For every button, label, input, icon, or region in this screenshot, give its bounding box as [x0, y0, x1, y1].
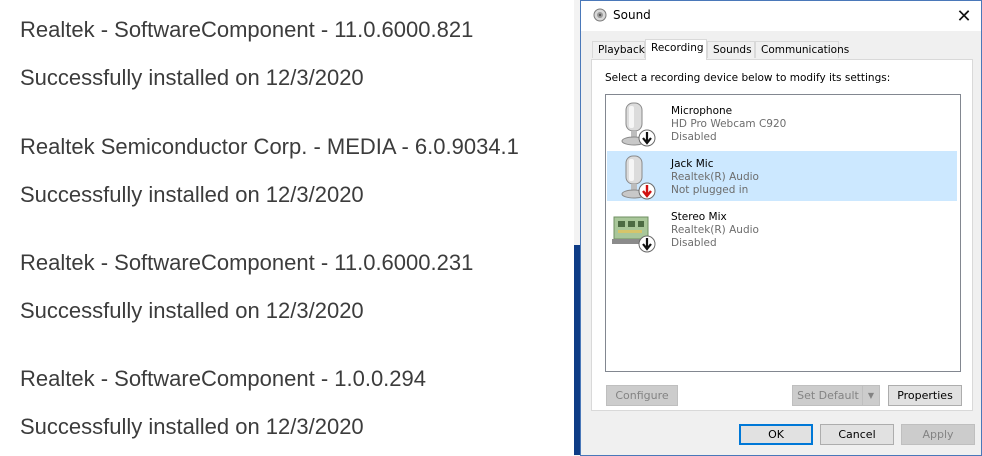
device-item-jack-mic[interactable]: Jack Mic Realtek(R) Audio Not plugged in: [607, 151, 957, 201]
device-name: Stereo Mix: [671, 211, 727, 223]
update-status: Successfully installed on 12/3/2020: [20, 65, 364, 90]
device-description: HD Pro Webcam C920: [671, 118, 787, 130]
close-icon: ✕: [956, 5, 972, 27]
tab-playback[interactable]: Playback: [592, 41, 645, 58]
sound-dialog: Sound ✕ Playback Recording Sounds Commun…: [580, 0, 982, 456]
set-default-label: Set Default: [797, 389, 859, 402]
instruction-text: Select a recording device below to modif…: [605, 72, 891, 84]
device-status: Disabled: [671, 237, 717, 249]
apply-button[interactable]: Apply: [901, 424, 975, 445]
tab-communications[interactable]: Communications: [755, 41, 849, 58]
properties-button[interactable]: Properties: [888, 385, 962, 406]
sound-card-icon: [612, 216, 656, 253]
speaker-icon: [593, 8, 607, 22]
device-description: Realtek(R) Audio: [671, 171, 759, 183]
device-item-microphone[interactable]: Microphone HD Pro Webcam C920 Disabled: [607, 98, 957, 148]
recording-panel: Select a recording device below to modif…: [591, 59, 973, 411]
disabled-arrow-icon: [638, 129, 656, 147]
update-status: Successfully installed on 12/3/2020: [20, 182, 364, 207]
unplugged-arrow-icon: [638, 182, 656, 200]
device-status: Not plugged in: [671, 184, 749, 196]
title-bar[interactable]: Sound ✕: [581, 1, 981, 31]
device-description: Realtek(R) Audio: [671, 224, 759, 236]
update-title[interactable]: Realtek - SoftwareComponent - 11.0.6000.…: [20, 250, 473, 276]
update-title[interactable]: Realtek - SoftwareComponent - 1.0.0.294: [20, 366, 426, 392]
device-name: Jack Mic: [671, 158, 714, 170]
configure-button[interactable]: Configure: [606, 385, 678, 406]
tab-recording[interactable]: Recording: [645, 39, 707, 60]
tab-sounds[interactable]: Sounds: [707, 41, 755, 58]
close-button[interactable]: ✕: [947, 1, 981, 31]
update-title[interactable]: Realtek Semiconductor Corp. - MEDIA - 6.…: [20, 134, 519, 160]
device-name: Microphone: [671, 105, 733, 117]
update-title[interactable]: Realtek - SoftwareComponent - 11.0.6000.…: [20, 17, 473, 43]
chevron-down-icon[interactable]: ▼: [862, 386, 879, 405]
cancel-button[interactable]: Cancel: [820, 424, 894, 445]
device-status: Disabled: [671, 131, 717, 143]
update-status: Successfully installed on 12/3/2020: [20, 414, 364, 439]
device-item-stereo-mix[interactable]: Stereo Mix Realtek(R) Audio Disabled: [607, 204, 957, 254]
microphone-icon: [621, 155, 656, 200]
ok-button[interactable]: OK: [739, 424, 813, 445]
set-default-button[interactable]: Set Default ▼: [792, 385, 880, 406]
dialog-title: Sound: [613, 8, 651, 22]
disabled-arrow-icon: [638, 235, 656, 253]
update-status: Successfully installed on 12/3/2020: [20, 298, 364, 323]
recording-device-list[interactable]: Microphone HD Pro Webcam C920 Disabled J…: [605, 94, 961, 372]
microphone-icon: [621, 102, 656, 147]
